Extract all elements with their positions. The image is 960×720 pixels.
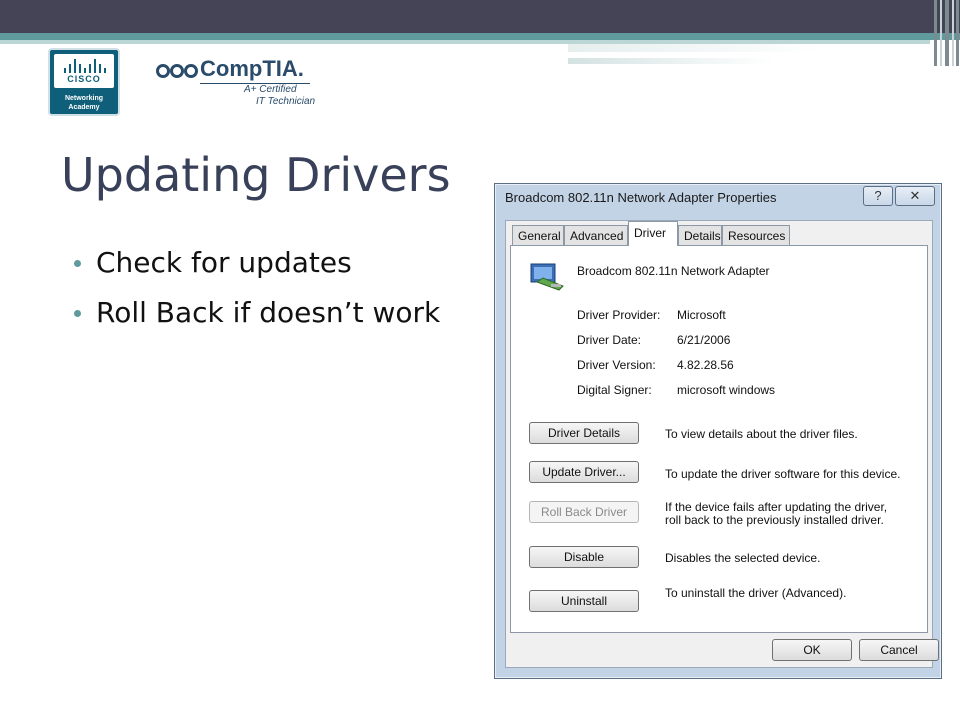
comptia-wordmark: CompTIA. <box>200 56 304 81</box>
driver-details-button[interactable]: Driver Details <box>529 422 639 444</box>
bullet-item: Check for updates <box>74 246 440 296</box>
cisco-sub-label-1: Networking <box>64 95 104 102</box>
ok-button[interactable]: OK <box>772 639 852 661</box>
comptia-rings-icon <box>156 64 198 78</box>
close-button[interactable]: ✕ <box>895 186 935 206</box>
tab-advanced[interactable]: Advanced <box>564 225 628 245</box>
device-name: Broadcom 802.11n Network Adapter <box>577 264 770 278</box>
update-driver-button[interactable]: Update Driver... <box>529 461 639 483</box>
header-fade-stripe-2 <box>568 58 774 64</box>
driver-provider-label: Driver Provider: <box>577 308 661 322</box>
bullet-text: Check for updates <box>96 246 352 279</box>
uninstall-description: To uninstall the driver (Advanced). <box>665 586 847 600</box>
update-driver-description: To update the driver software for this d… <box>665 467 901 481</box>
header-corner-bars <box>932 0 960 66</box>
uninstall-button[interactable]: Uninstall <box>529 590 639 612</box>
roll-back-driver-description: If the device fails after updating the d… <box>665 500 888 527</box>
adapter-properties-dialog: Broadcom 802.11n Network Adapter Propert… <box>494 183 942 679</box>
comptia-certified-label: A+ Certified <box>244 84 297 95</box>
cisco-sub-label-2: Academy <box>68 104 100 111</box>
cisco-wordmark: CISCO <box>67 74 101 84</box>
tab-driver[interactable]: Driver <box>628 221 678 246</box>
bullet-list: Check for updates Roll Back if doesn’t w… <box>74 246 440 346</box>
tab-details[interactable]: Details <box>678 225 722 245</box>
disable-button[interactable]: Disable <box>529 546 639 568</box>
header-fade-stripe <box>568 44 928 52</box>
cisco-networking-academy-logo: CISCO Networking Academy <box>48 48 120 116</box>
dialog-client-area: General Advanced Driver Details Resource… <box>505 220 939 668</box>
roll-back-driver-button[interactable]: Roll Back Driver <box>529 501 639 523</box>
comptia-logo: CompTIA. A+ Certified IT Technician <box>156 56 316 108</box>
cancel-button[interactable]: Cancel <box>859 639 939 661</box>
comptia-technician-label: IT Technician <box>256 96 316 107</box>
slide-title: Updating Drivers <box>61 148 451 202</box>
driver-date-value: 6/21/2006 <box>677 333 731 347</box>
help-button[interactable]: ? <box>863 186 893 206</box>
header-banner <box>0 0 960 33</box>
tab-general[interactable]: General <box>512 225 564 245</box>
header-accent-stripe <box>0 33 960 40</box>
driver-details-description: To view details about the driver files. <box>665 427 858 441</box>
disable-description: Disables the selected device. <box>665 551 821 565</box>
dialog-title: Broadcom 802.11n Network Adapter Propert… <box>505 190 777 205</box>
driver-tab-panel: Broadcom 802.11n Network Adapter Driver … <box>510 245 928 633</box>
network-adapter-icon <box>530 263 564 291</box>
driver-version-label: Driver Version: <box>577 358 656 372</box>
tab-resources[interactable]: Resources <box>722 225 790 245</box>
driver-version-value: 4.82.28.56 <box>677 358 734 372</box>
cisco-bars-icon <box>62 59 106 73</box>
digital-signer-value: microsoft windows <box>677 383 776 397</box>
bullet-dot <box>74 310 81 317</box>
bullet-item: Roll Back if doesn’t work <box>74 296 440 346</box>
bullet-text: Roll Back if doesn’t work <box>96 296 441 329</box>
digital-signer-label: Digital Signer: <box>577 383 652 397</box>
driver-date-label: Driver Date: <box>577 333 642 347</box>
driver-provider-value: Microsoft <box>677 308 726 322</box>
bullet-dot <box>74 260 81 267</box>
